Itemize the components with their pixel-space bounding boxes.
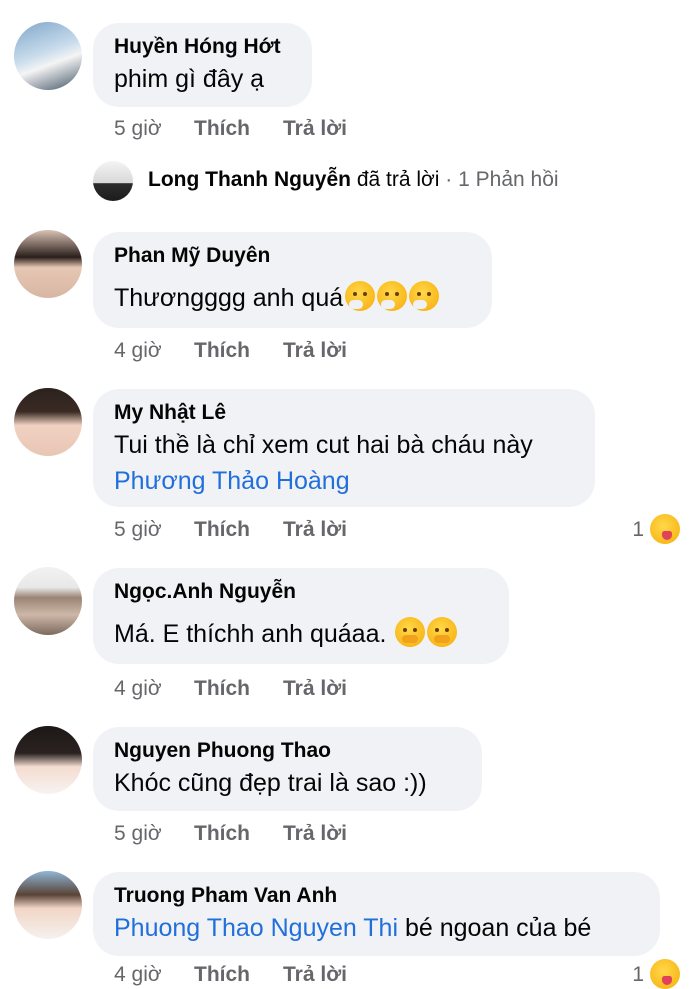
reply-action: đã trả lời <box>356 168 440 191</box>
comment-text-line: Thươngggg anh quá <box>114 280 471 316</box>
reaction-count[interactable]: 1 <box>632 518 644 542</box>
comment-author[interactable]: Huyền Hóng Hớt <box>114 33 291 61</box>
comment-actions: 4 giờ Thích Trả lời <box>114 339 347 363</box>
comment-author[interactable]: Truong Pham Van Anh <box>114 882 639 910</box>
comment-text-line: Má. E thíchh anh quáaa. <box>114 616 488 652</box>
comment-actions: 5 giờ Thích Trả lời <box>114 822 347 846</box>
comment-actions: 5 giờ Thích Trả lời <box>114 518 347 542</box>
comment-bubble: Ngọc.Anh Nguyễn Má. E thíchh anh quáaa. <box>93 568 509 664</box>
sneezing-face-icon <box>409 281 440 311</box>
comment-actions: 4 giờ Thích Trả lời <box>114 963 347 987</box>
comment-author[interactable]: Nguyen Phuong Thao <box>114 737 461 765</box>
comment-time[interactable]: 4 giờ <box>114 963 194 987</box>
comment-author[interactable]: Ngọc.Anh Nguyễn <box>114 578 488 606</box>
comment-time[interactable]: 4 giờ <box>114 677 194 701</box>
comment-author[interactable]: My Nhật Lê <box>114 399 574 427</box>
comment-text: phim gì đây ạ <box>114 65 265 93</box>
reply-button[interactable]: Trả lời <box>283 518 347 542</box>
comment-text: Tui thề là chỉ xem cut hai bà cháu này <box>114 431 533 459</box>
comment-text: Khóc cũng đẹp trai là sao :)) <box>114 769 427 797</box>
avatar[interactable] <box>14 22 82 90</box>
reply-author[interactable]: Long Thanh Nguyễn <box>148 168 351 191</box>
haha-reaction-icon[interactable] <box>650 514 680 544</box>
avatar[interactable] <box>14 567 82 635</box>
comment-bubble: Nguyen Phuong Thao Khóc cũng đẹp trai là… <box>93 727 482 811</box>
sneezing-face-icon <box>345 281 376 311</box>
hushed-face-icon <box>427 617 458 647</box>
comment-bubble: Huyền Hóng Hớt phim gì đây ạ <box>93 23 312 107</box>
comment-time[interactable]: 4 giờ <box>114 339 194 363</box>
reply-button[interactable]: Trả lời <box>283 117 347 141</box>
avatar[interactable] <box>14 871 82 939</box>
comment-time[interactable]: 5 giờ <box>114 822 194 846</box>
reply-button[interactable]: Trả lời <box>283 963 347 987</box>
comment-bubble: Phan Mỹ Duyên Thươngggg anh quá <box>93 232 492 328</box>
reply-button[interactable]: Trả lời <box>283 339 347 363</box>
comment-actions: 4 giờ Thích Trả lời <box>114 677 347 701</box>
reply-separator: · <box>439 168 459 191</box>
haha-reaction-icon[interactable] <box>650 959 680 989</box>
like-button[interactable]: Thích <box>194 963 283 987</box>
comment-actions: 5 giờ Thích Trả lời <box>114 117 347 141</box>
mention-link[interactable]: Phương Thảo Hoàng <box>114 463 574 499</box>
comment-bubble: Truong Pham Van Anh Phuong Thao Nguyen T… <box>93 872 660 956</box>
comment-time[interactable]: 5 giờ <box>114 117 194 141</box>
reply-count[interactable]: 1 Phản hồi <box>458 168 558 191</box>
avatar <box>93 161 133 201</box>
comment-text-line: Phuong Thao Nguyen Thi bé ngoan của bé <box>114 910 639 946</box>
mention-link[interactable]: Phuong Thao Nguyen Thi <box>114 914 398 942</box>
reply-button[interactable]: Trả lời <box>283 677 347 701</box>
avatar[interactable] <box>14 230 82 298</box>
avatar[interactable] <box>14 726 82 794</box>
like-button[interactable]: Thích <box>194 677 283 701</box>
comment-text: Thươngggg anh quá <box>114 284 344 312</box>
comment-bubble: My Nhật Lê Tui thề là chỉ xem cut hai bà… <box>93 389 595 507</box>
sneezing-face-icon <box>377 281 408 311</box>
avatar[interactable] <box>14 388 82 456</box>
hushed-face-icon <box>395 617 426 647</box>
comment-time[interactable]: 5 giờ <box>114 518 194 542</box>
like-button[interactable]: Thích <box>194 117 283 141</box>
like-button[interactable]: Thích <box>194 339 283 363</box>
reply-summary: Long Thanh Nguyễn đã trả lời · 1 Phản hồ… <box>148 168 559 192</box>
comment-text: bé ngoan của bé <box>404 914 592 942</box>
reply-button[interactable]: Trả lời <box>283 822 347 846</box>
comment-text: Má. E thíchh anh quáaa. <box>114 620 387 648</box>
like-button[interactable]: Thích <box>194 518 283 542</box>
like-button[interactable]: Thích <box>194 822 283 846</box>
comment-author[interactable]: Phan Mỹ Duyên <box>114 242 471 270</box>
reaction-count[interactable]: 1 <box>632 963 644 987</box>
